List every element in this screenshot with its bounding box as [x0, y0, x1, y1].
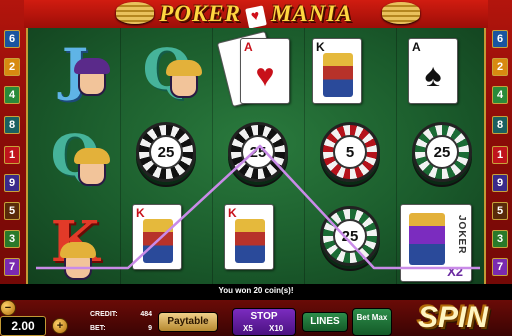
- line-badge-right-6[interactable]: 6: [492, 30, 508, 48]
- heart-suit-icon: ♥: [255, 57, 275, 93]
- symbol-king: K: [34, 204, 116, 280]
- title-bar: POKER ♥ MANIA: [24, 0, 488, 29]
- chip-25: 25: [136, 122, 196, 182]
- line-badge-left-8[interactable]: 8: [4, 116, 20, 134]
- lines-button[interactable]: LINES: [302, 312, 348, 332]
- stop-x10-option[interactable]: X10: [269, 324, 283, 333]
- card-rank-letter: K: [136, 206, 145, 220]
- line-badge-right-2[interactable]: 2: [492, 58, 508, 76]
- chip-value: 25: [425, 135, 459, 169]
- line-badge-left-5[interactable]: 5: [4, 202, 20, 220]
- chip-value: 5: [333, 135, 367, 169]
- king-figure: [235, 219, 265, 263]
- chip-value: 25: [149, 135, 183, 169]
- card-rank: A: [412, 40, 421, 54]
- chip-value: 25: [241, 135, 275, 169]
- line-badge-right-9[interactable]: 9: [492, 174, 508, 192]
- card-joker: JOKER X2: [400, 204, 472, 282]
- king-face: [60, 242, 96, 280]
- bet-decrease-button[interactable]: −: [0, 300, 16, 316]
- card-ace-spades: A ♠: [408, 38, 458, 104]
- stop-label: STOP: [250, 311, 278, 322]
- line-badge-left-6[interactable]: 6: [4, 30, 20, 48]
- chip-5: 5: [320, 122, 380, 182]
- chip-25: 25: [412, 122, 472, 182]
- reel-divider: [396, 28, 397, 284]
- spin-button[interactable]: SPIN: [414, 300, 510, 336]
- queen-face: [166, 60, 202, 98]
- chip-25: 25: [320, 206, 380, 266]
- stop-button[interactable]: STOP X5 X10: [232, 308, 296, 336]
- line-badge-right-8[interactable]: 8: [492, 116, 508, 134]
- line-badge-right-3[interactable]: 3: [492, 230, 508, 248]
- spade-suit-icon: ♠: [424, 57, 442, 93]
- joker-figure: [409, 213, 445, 265]
- bet-increase-button[interactable]: +: [52, 318, 68, 334]
- line-badge-left-4[interactable]: 4: [4, 86, 20, 104]
- reel-divider: [304, 28, 305, 284]
- game-title: POKER ♥ MANIA: [24, 1, 488, 29]
- credit-label: CREDIT:: [90, 311, 118, 318]
- symbol-queen: Q: [126, 32, 208, 108]
- line-badge-left-1[interactable]: 1: [4, 146, 20, 164]
- reel-divider: [212, 28, 213, 284]
- stop-x5-option[interactable]: X5: [243, 324, 253, 333]
- card-king-hearts: K: [224, 204, 274, 270]
- bet-label: BET:: [90, 325, 106, 332]
- king-figure: [323, 53, 353, 97]
- reels-area: J Q K Q 25 K A ♥ 25 K K 5 25: [26, 28, 486, 284]
- credit-value: 484: [140, 311, 152, 318]
- card-rank: K: [228, 206, 237, 220]
- chip-25: 25: [228, 122, 288, 182]
- queen-face: [74, 148, 110, 186]
- reel-divider: [120, 28, 121, 284]
- card-ace-hearts: A ♥: [240, 38, 290, 104]
- line-badge-left-2[interactable]: 2: [4, 58, 20, 76]
- line-badge-left-3[interactable]: 3: [4, 230, 20, 248]
- message-bar: You won 20 coin(s)!: [0, 284, 512, 300]
- bet-amount-display: 2.00: [0, 316, 46, 336]
- card-rank: K: [136, 207, 145, 219]
- paytable-button[interactable]: Paytable: [158, 312, 218, 332]
- symbol-jack: J: [34, 32, 116, 108]
- heart-card-icon: ♥: [245, 5, 267, 29]
- win-message: You won 20 coin(s)!: [218, 286, 294, 295]
- bet-value: 9: [148, 325, 152, 332]
- title-word-mania: MANIA: [270, 1, 353, 26]
- king-figure: [143, 219, 173, 263]
- multiplier-x2: X2: [445, 264, 465, 279]
- symbol-queen: Q: [34, 118, 116, 194]
- line-badge-left-7[interactable]: 7: [4, 258, 20, 276]
- line-badge-right-4[interactable]: 4: [492, 86, 508, 104]
- card-rank: K: [316, 40, 325, 54]
- chip-value: 25: [333, 219, 367, 253]
- line-badge-left-9[interactable]: 9: [4, 174, 20, 192]
- card-rank: A: [244, 40, 253, 54]
- line-badge-right-1[interactable]: 1: [492, 146, 508, 164]
- line-badge-right-7[interactable]: 7: [492, 258, 508, 276]
- card-king-hearts: K: [132, 204, 182, 270]
- card-king-spades: K: [312, 38, 362, 104]
- jack-face: [74, 58, 110, 96]
- title-word-poker: POKER: [159, 1, 241, 26]
- joker-label: JOKER: [456, 215, 467, 255]
- line-badge-right-5[interactable]: 5: [492, 202, 508, 220]
- bet-max-button[interactable]: Bet Max: [352, 308, 392, 336]
